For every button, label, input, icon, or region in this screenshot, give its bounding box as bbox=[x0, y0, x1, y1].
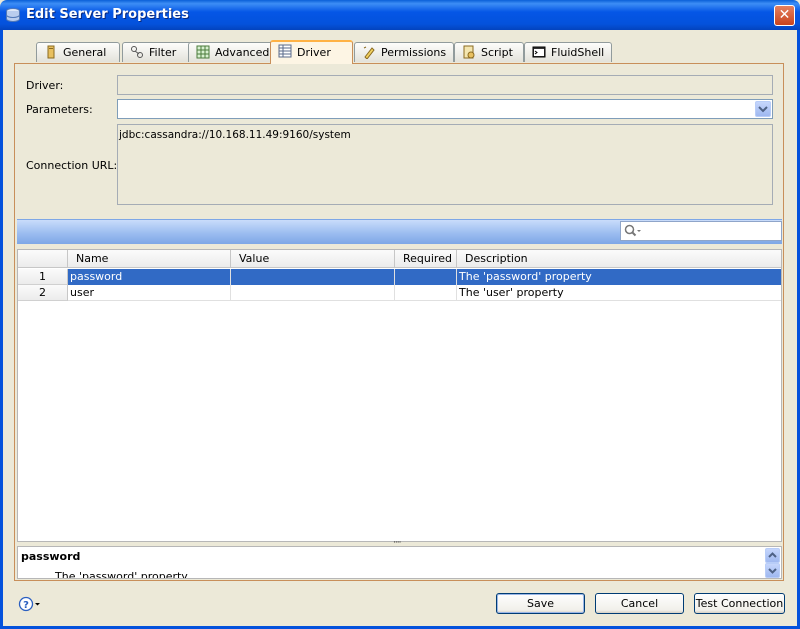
column-header-name[interactable]: Name bbox=[68, 250, 231, 268]
test-connection-button[interactable]: Test Connection bbox=[694, 593, 785, 614]
search-icon[interactable] bbox=[624, 224, 642, 238]
cell-value[interactable] bbox=[231, 269, 395, 285]
driver-label: Driver: bbox=[26, 79, 64, 92]
row-number: 1 bbox=[18, 269, 68, 285]
cell-required[interactable] bbox=[395, 285, 457, 301]
tab-filter[interactable]: Filter bbox=[122, 42, 192, 62]
detail-title: password bbox=[21, 550, 81, 563]
property-detail-pane: password The 'password' property bbox=[17, 546, 782, 579]
advanced-icon bbox=[196, 45, 210, 59]
driver-icon bbox=[278, 44, 292, 58]
table-row[interactable]: 2 user The 'user' property bbox=[18, 285, 781, 301]
parameters-dropdown-button[interactable] bbox=[755, 101, 771, 117]
permissions-icon bbox=[363, 46, 375, 59]
chevron-down-icon bbox=[758, 106, 768, 113]
detail-description: The 'password' property bbox=[55, 570, 188, 579]
close-button[interactable]: ✕ bbox=[774, 5, 795, 26]
tab-permissions[interactable]: Permissions bbox=[354, 42, 454, 62]
tab-general[interactable]: General bbox=[36, 42, 120, 62]
chevron-up-icon bbox=[768, 552, 777, 558]
column-header-value[interactable]: Value bbox=[231, 250, 395, 268]
cell-name[interactable]: password bbox=[68, 269, 231, 285]
row-number: 2 bbox=[18, 285, 68, 301]
cell-description[interactable]: The 'password' property bbox=[457, 269, 781, 285]
cell-required[interactable] bbox=[395, 269, 457, 285]
help-button[interactable]: ? bbox=[18, 596, 42, 612]
column-header-description[interactable]: Description bbox=[457, 250, 781, 268]
connection-url-textarea[interactable]: jdbc:cassandra://10.168.11.49:9160/syste… bbox=[117, 124, 773, 205]
cell-description[interactable]: The 'user' property bbox=[457, 285, 781, 301]
scroll-down-button[interactable] bbox=[765, 563, 780, 578]
fluidshell-icon bbox=[532, 46, 546, 58]
help-icon: ? bbox=[18, 596, 40, 612]
properties-table: Name Value Required Description 1 passwo… bbox=[17, 249, 782, 542]
parameters-select[interactable] bbox=[117, 99, 773, 119]
cell-name[interactable]: user bbox=[68, 285, 231, 301]
title-bar: Edit Server Properties ✕ bbox=[0, 0, 800, 30]
save-button[interactable]: Save bbox=[496, 593, 585, 614]
chevron-down-icon bbox=[768, 568, 777, 574]
window-title: Edit Server Properties bbox=[26, 7, 189, 22]
script-icon bbox=[463, 45, 475, 59]
close-icon: ✕ bbox=[778, 7, 791, 23]
server-icon bbox=[6, 8, 20, 23]
tab-advanced[interactable]: Advanced bbox=[188, 42, 280, 62]
connection-url-label: Connection URL: bbox=[26, 159, 118, 172]
search-input[interactable] bbox=[620, 221, 782, 241]
cancel-button[interactable]: Cancel bbox=[595, 593, 684, 614]
cell-value[interactable] bbox=[231, 285, 395, 301]
filter-icon bbox=[131, 46, 143, 58]
general-icon bbox=[47, 45, 55, 59]
parameters-label: Parameters: bbox=[26, 103, 93, 116]
scroll-up-button[interactable] bbox=[765, 548, 780, 563]
row-number-header bbox=[18, 250, 68, 268]
help-glyph: ? bbox=[23, 600, 29, 611]
driver-field[interactable] bbox=[117, 75, 773, 95]
column-header-required[interactable]: Required bbox=[395, 250, 457, 268]
table-row[interactable]: 1 password The 'password' property bbox=[18, 269, 781, 285]
tab-driver[interactable]: Driver bbox=[270, 40, 353, 64]
tab-script[interactable]: Script bbox=[454, 42, 524, 62]
tab-fluidshell[interactable]: FluidShell bbox=[524, 42, 612, 62]
